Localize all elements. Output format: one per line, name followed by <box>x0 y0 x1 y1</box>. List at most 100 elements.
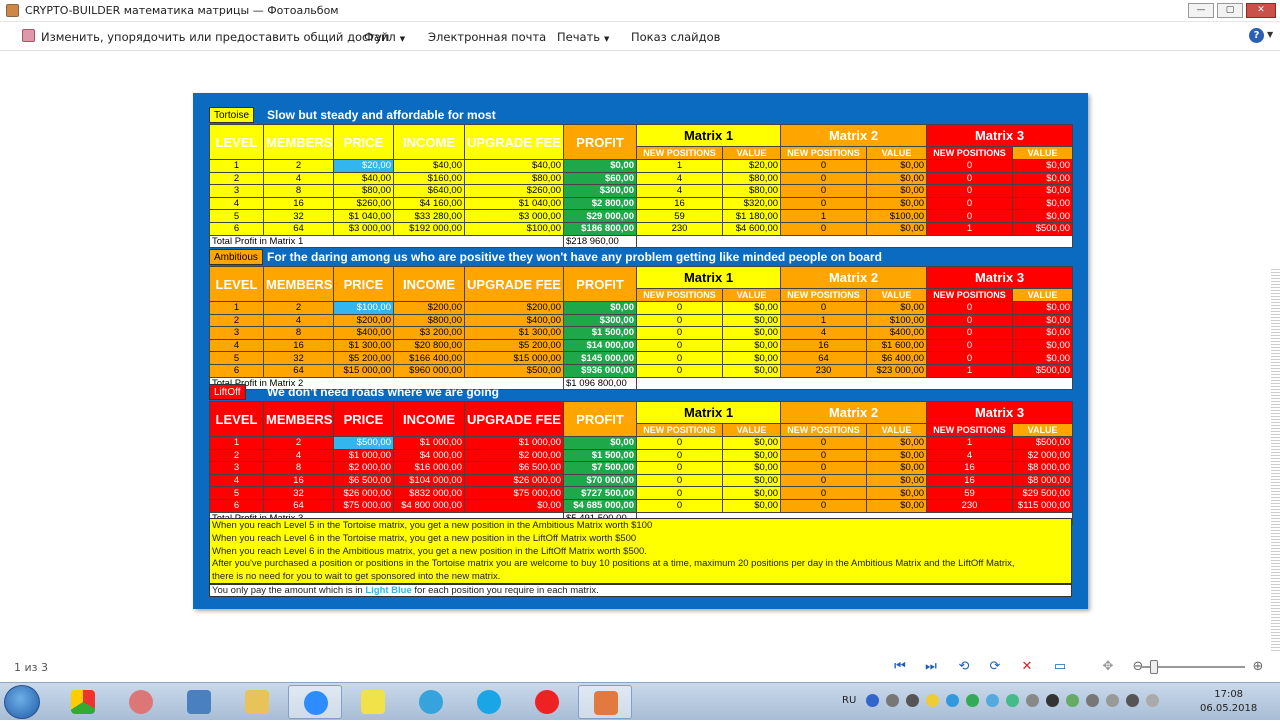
table-cell: 32 <box>263 209 334 223</box>
column-header-matrix3: Matrix 3 <box>926 401 1074 424</box>
column-header-income: INCOME <box>393 401 465 437</box>
rotate-left-icon[interactable]: ⟲ <box>956 659 972 675</box>
network-icon[interactable] <box>1126 694 1139 707</box>
folder-icon <box>245 690 269 714</box>
table-cell: $0,00 <box>1012 338 1074 353</box>
tray-icon[interactable] <box>966 694 979 707</box>
table-row: 5 32 $1 040,00 $33 280,00 $3 000,00 $29 000,0… <box>209 209 1074 223</box>
battery-icon[interactable] <box>1106 694 1119 707</box>
delete-icon[interactable]: ✕ <box>1019 659 1035 675</box>
taskbar-app-chrome[interactable] <box>56 685 110 719</box>
table-cell: $0,00 <box>1012 209 1074 223</box>
table-cell: $0,00 <box>1012 313 1074 328</box>
table-cell: $100,00 <box>464 221 564 236</box>
menu-file[interactable]: Файл ▼ <box>364 30 405 44</box>
scroll-strip[interactable] <box>1271 269 1280 709</box>
menu-organize[interactable]: Изменить, упорядочить или предоставить о… <box>41 30 389 44</box>
table-cell: 6 <box>209 498 264 513</box>
taskbar-app-photo-viewer[interactable] <box>578 685 632 719</box>
table-cell: $0,00 <box>563 159 637 173</box>
table-cell: 4 <box>263 313 334 328</box>
tray-icon[interactable] <box>946 694 959 707</box>
slideshow-icon[interactable]: ▭ <box>1052 659 1068 675</box>
table-cell: $0,00 <box>721 301 782 315</box>
taskbar-app-notes[interactable] <box>346 685 400 719</box>
subheader-value: VALUE <box>866 288 928 302</box>
minimize-button[interactable]: — <box>1188 3 1214 18</box>
subheader-value: VALUE <box>866 146 928 160</box>
start-button-icon[interactable] <box>4 685 40 719</box>
tray-icon[interactable] <box>886 694 899 707</box>
table-row: 3 8 $2 000,00 $16 000,00 $6 500,00 $7 500,00 0… <box>209 461 1074 475</box>
taskbar-app-skype[interactable] <box>462 685 516 719</box>
taskbar-app-telegram[interactable] <box>404 685 458 719</box>
menu-print[interactable]: Печать ▼ <box>557 30 609 44</box>
next-icon[interactable]: ⏭ <box>923 659 939 675</box>
table-cell: $1 180,00 <box>721 209 782 223</box>
table-cell: $20,00 <box>721 159 782 173</box>
fit-icon[interactable]: ✥ <box>1100 659 1116 675</box>
taskbar-app-explorer[interactable] <box>230 685 284 719</box>
flag-icon[interactable] <box>1146 694 1159 707</box>
zoom-slider-thumb[interactable] <box>1150 660 1158 674</box>
taskbar-app-capture[interactable] <box>172 685 226 719</box>
tray-icon[interactable] <box>1026 694 1039 707</box>
notes-box: When you reach Level 5 in the Tortoise m… <box>209 518 1072 584</box>
table-cell: $23 000,00 <box>866 363 928 378</box>
table-cell: $5 200,00 <box>333 351 394 365</box>
table-cell: $500,00 <box>1012 436 1074 450</box>
clock[interactable]: 17:08 06.05.2018 <box>1200 688 1257 716</box>
zoom-in-icon[interactable]: ⊕ <box>1250 659 1266 675</box>
table-cell: $166 400,00 <box>393 351 465 365</box>
menu-slideshow[interactable]: Показ слайдов <box>631 30 720 44</box>
language-indicator[interactable]: RU <box>842 695 856 706</box>
column-header-profit: PROFIT <box>563 266 637 302</box>
help-tray-icon[interactable] <box>866 694 879 707</box>
table-cell: 4 <box>209 196 264 211</box>
total-row: Total Profit in Matrix 1 $218 960,00 <box>209 234 1074 249</box>
close-button[interactable]: ✕ <box>1246 3 1276 18</box>
previous-icon[interactable]: ⏮ <box>892 659 908 675</box>
table-cell: 0 <box>636 363 723 378</box>
table-cell: 2 <box>209 171 264 186</box>
table-cell: 0 <box>636 351 723 365</box>
tray-icon[interactable] <box>926 694 939 707</box>
table-row: 6 64 $15 000,00 $960 000,00 $500,00 $936 000,… <box>209 363 1074 378</box>
subheader-new-positions: NEW POSITIONS <box>780 288 868 302</box>
table-cell: 4 <box>263 171 334 186</box>
subheader-value: VALUE <box>1012 288 1074 302</box>
column-header-profit: PROFIT <box>563 124 637 160</box>
maximize-button[interactable]: ▢ <box>1217 3 1243 18</box>
pay-note-suffix: for each position you require in each ma… <box>411 585 599 596</box>
table-cell: 0 <box>780 301 868 315</box>
note-line: When you reach Level 6 in the Tortoise m… <box>212 532 637 544</box>
table-cell: 0 <box>926 196 1014 211</box>
taskbar-app-zoom[interactable] <box>288 685 342 719</box>
volume-icon[interactable] <box>1086 694 1099 707</box>
table-cell: $0,00 <box>866 486 928 500</box>
rotate-right-icon[interactable]: ⟳ <box>987 659 1003 675</box>
help-icon[interactable]: ? <box>1249 28 1264 43</box>
taskbar-app-yandex[interactable] <box>520 685 574 719</box>
chevron-down-icon[interactable]: ▼ <box>1267 30 1273 39</box>
table-row: 3 8 $400,00 $3 200,00 $1 300,00 $1 500,00 0 $0,… <box>209 326 1074 340</box>
table-cell: $400,00 <box>333 326 394 340</box>
taskbar-app-tool[interactable] <box>114 685 168 719</box>
table-cell: $300,00 <box>563 313 637 328</box>
table-cell: $320,00 <box>721 196 782 211</box>
table-cell: $2 000,00 <box>464 448 564 463</box>
table-cell: $500,00 <box>1012 221 1074 236</box>
header-row: LEVEL MEMBERS PRICE INCOME UPGRADE FEE PROFIT… <box>209 124 1074 160</box>
table-cell: $0,00 <box>866 171 928 186</box>
tray-icon[interactable] <box>906 694 919 707</box>
tray-icon[interactable] <box>1006 694 1019 707</box>
tray-icon[interactable] <box>986 694 999 707</box>
table-row: 2 4 $200,00 $800,00 $400,00 $300,00 0 $0,00 1 $10… <box>209 313 1074 328</box>
menu-email[interactable]: Электронная почта <box>428 30 546 44</box>
table-cell: 64 <box>263 221 334 236</box>
tray-icon[interactable] <box>1066 694 1079 707</box>
table-cell: $260,00 <box>464 184 564 198</box>
bluetooth-icon[interactable] <box>1046 694 1059 707</box>
total-label: Total Profit in Matrix 1 <box>209 234 564 249</box>
table-cell: $7 500,00 <box>563 461 637 475</box>
